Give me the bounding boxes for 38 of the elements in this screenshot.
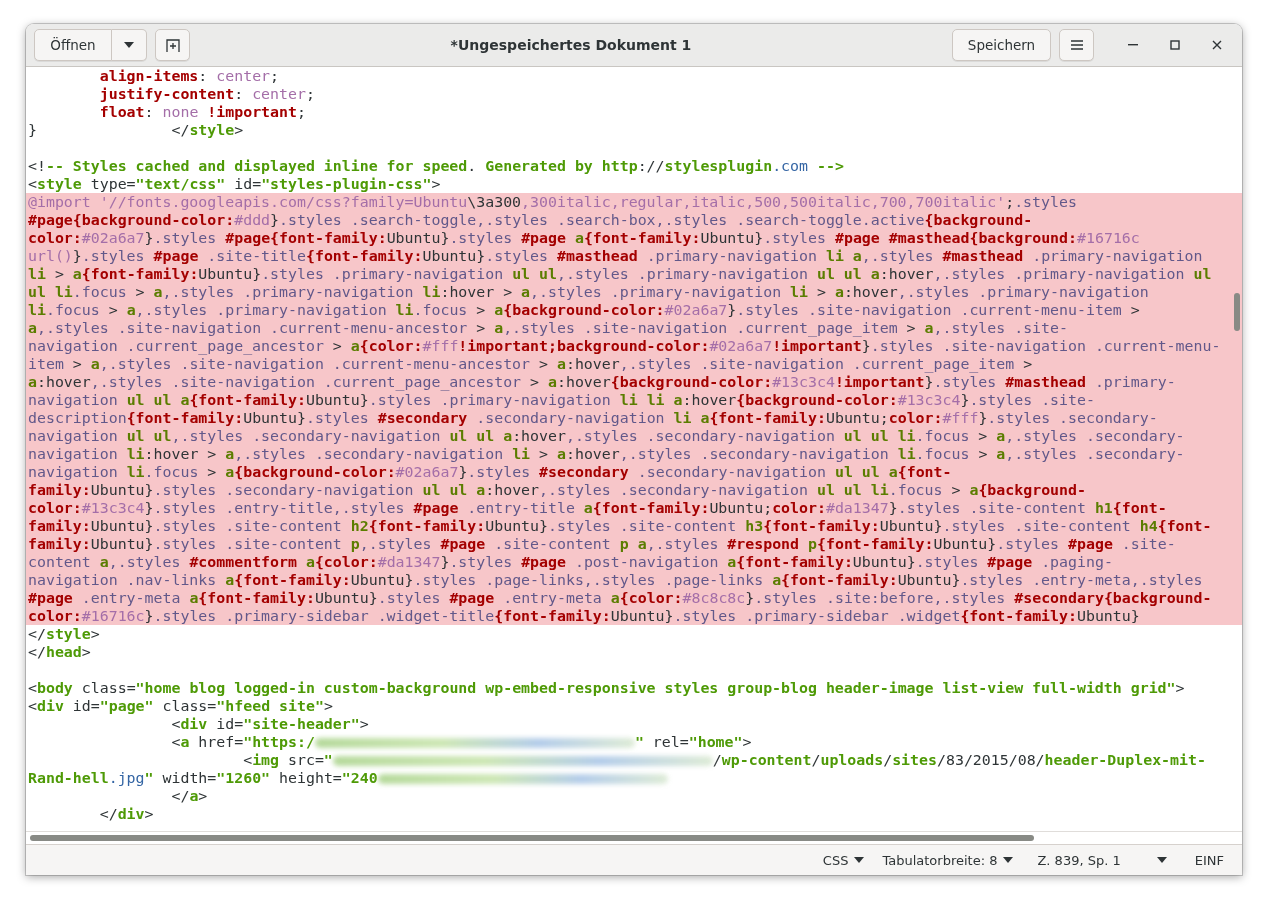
close-icon xyxy=(1212,40,1222,50)
code-line: </head> xyxy=(27,643,92,661)
position-menu-button[interactable] xyxy=(1156,857,1167,863)
code-line: <body class="home blog logged-in custom-background wp-embed-responsive styles group-blog header-image list-view full-width grid"> xyxy=(27,679,1186,697)
caret-icon xyxy=(1003,857,1014,863)
code-line: </div> xyxy=(98,805,155,823)
caret-icon xyxy=(1156,857,1167,863)
save-button[interactable]: Speichern xyxy=(952,29,1051,61)
code-line: justify-content: center; xyxy=(98,85,316,103)
insert-mode: EINF xyxy=(1194,852,1224,868)
open-button[interactable]: Öffnen xyxy=(34,29,112,61)
code-line: <img src=" /wp-content/uploads/sites/83/2015/08/header-Duplex-mit- xyxy=(242,751,1207,769)
menu-icon xyxy=(1070,40,1083,50)
code-line: <style type="text/css" id="styles-plugin-css"> xyxy=(27,175,442,193)
caret-icon xyxy=(854,857,865,863)
new-tab-icon xyxy=(165,38,180,52)
cursor-position: Z. 839, Sp. 1 xyxy=(1037,852,1121,868)
code-line: Rand-hell.jpg" width="1260" height="240 xyxy=(26,769,1242,787)
tab-width-selector[interactable]: Tabulatorbreite: 8 xyxy=(882,852,1014,868)
open-menu-button[interactable] xyxy=(112,29,147,61)
new-tab-button[interactable] xyxy=(155,29,190,61)
caret-icon xyxy=(124,42,134,48)
code-line: </style> xyxy=(27,625,101,643)
code-line: <a href="https:/ " rel="home"> xyxy=(170,733,753,751)
window-title: *Ungespeichertes Dokument 1 xyxy=(449,37,693,53)
vertical-scrollbar[interactable] xyxy=(1234,293,1240,331)
minimize-icon xyxy=(1128,44,1138,46)
code-line: <div id="page" class="hfeed site"> xyxy=(27,697,334,715)
code-line: } </style> xyxy=(27,121,245,139)
code-line: <!-- Styles cached and displayed inline for speed. Generated by http://stylesplugin.com --> xyxy=(27,157,845,175)
code-line: align-items: center; xyxy=(98,67,281,85)
maximize-icon xyxy=(1170,40,1180,50)
horizontal-scrollbar[interactable] xyxy=(30,835,1034,841)
language-selector[interactable]: CSS xyxy=(822,852,865,868)
menu-button[interactable] xyxy=(1059,29,1094,61)
code-line: <div id="site-header"> xyxy=(170,715,370,733)
code-line: float: none !important; xyxy=(98,103,307,121)
code-line: </a> xyxy=(170,787,209,805)
